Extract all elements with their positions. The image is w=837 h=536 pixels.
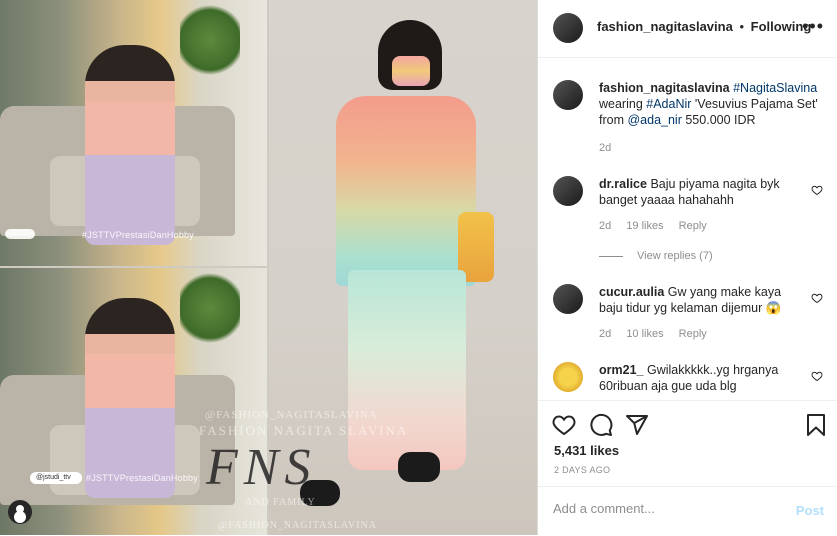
avatar[interactable]: [553, 176, 583, 206]
person-figure: [85, 298, 175, 498]
comment-username[interactable]: orm21_: [599, 363, 643, 377]
tagged-user-icon[interactable]: [8, 500, 32, 524]
comment-username[interactable]: cucur.aulia: [599, 285, 664, 299]
share-icon[interactable]: [625, 413, 649, 437]
watermark-family: AND FAMILY: [245, 497, 316, 508]
post-button[interactable]: Post: [796, 503, 824, 518]
video-toggle-icon: [5, 229, 35, 239]
comment-time: 2d: [599, 328, 612, 340]
avatar[interactable]: [553, 362, 583, 392]
plant-shape: [180, 0, 240, 80]
heart-icon[interactable]: [811, 370, 823, 382]
caption-text: fashion_nagitaslavina #NagitaSlavina wea…: [599, 81, 818, 127]
watermark-handle-bottom: @FASHION_NAGITASLAVINA: [218, 520, 377, 531]
heart-icon[interactable]: [811, 292, 823, 304]
bookmark-icon[interactable]: [804, 413, 828, 437]
shoe-shape: [398, 452, 440, 482]
post-image[interactable]: #JSTTVPrestasiDanHobby #JSTTVPrestasiDan…: [0, 0, 537, 535]
post-date: 2 DAYS AGO: [554, 465, 611, 475]
watermark-title: FASHION NAGITA SLAVINA: [199, 423, 409, 438]
comments-list[interactable]: fashion_nagitaslavina #NagitaSlavina wea…: [538, 58, 837, 400]
view-replies-button[interactable]: View replies (7): [599, 250, 713, 262]
comment-username[interactable]: dr.ralice: [599, 177, 647, 191]
avatar[interactable]: [553, 80, 583, 110]
heart-icon[interactable]: [811, 184, 823, 196]
hashtag-link[interactable]: #AdaNir: [646, 97, 691, 111]
like-heart-icon[interactable]: [552, 413, 576, 437]
hashtag-link[interactable]: #NagitaSlavina: [733, 81, 817, 95]
mention-link[interactable]: @ada_nir: [627, 113, 681, 127]
header-username[interactable]: fashion_nagitaslavina: [597, 19, 733, 34]
bottom-hashtag-overlay: #JSTTVPrestasiDanHobby: [86, 473, 198, 483]
top-hashtag-overlay: #JSTTVPrestasiDanHobby: [82, 230, 194, 240]
add-comment-bar: Post: [538, 486, 837, 536]
likes-count[interactable]: 5,431 likes: [554, 443, 619, 458]
avatar[interactable]: [553, 13, 583, 43]
mask-shape: [392, 56, 430, 86]
watermark-handle: @FASHION_NAGITASLAVINA: [205, 409, 378, 421]
caption-time: 2d: [599, 142, 612, 154]
post-header: fashion_nagitaslavina • Following •••: [538, 0, 837, 58]
post-sidebar: fashion_nagitaslavina • Following ••• fa…: [537, 0, 837, 535]
more-options-icon[interactable]: •••: [802, 16, 824, 37]
comment-likes[interactable]: 10 likes: [626, 328, 663, 340]
add-comment-input[interactable]: [553, 501, 773, 516]
caption-username[interactable]: fashion_nagitaslavina: [599, 81, 730, 95]
top-left-photo: #JSTTVPrestasiDanHobby: [0, 0, 267, 266]
watermark-logo: FNS: [206, 439, 317, 496]
comment-likes[interactable]: 19 likes: [626, 220, 663, 232]
post-actions: 5,431 likes 2 DAYS AGO: [538, 400, 837, 487]
shirt-shape: [336, 96, 476, 286]
handle-pill: @jstudi_ttv: [30, 472, 82, 484]
avatar[interactable]: [553, 284, 583, 314]
comment-icon[interactable]: [589, 413, 613, 437]
person-figure: [85, 45, 175, 245]
reply-button[interactable]: Reply: [679, 220, 707, 232]
separator-dot: •: [739, 19, 745, 34]
reply-button[interactable]: Reply: [679, 328, 707, 340]
comment-time: 2d: [599, 220, 612, 232]
pants-shape: [348, 270, 466, 470]
